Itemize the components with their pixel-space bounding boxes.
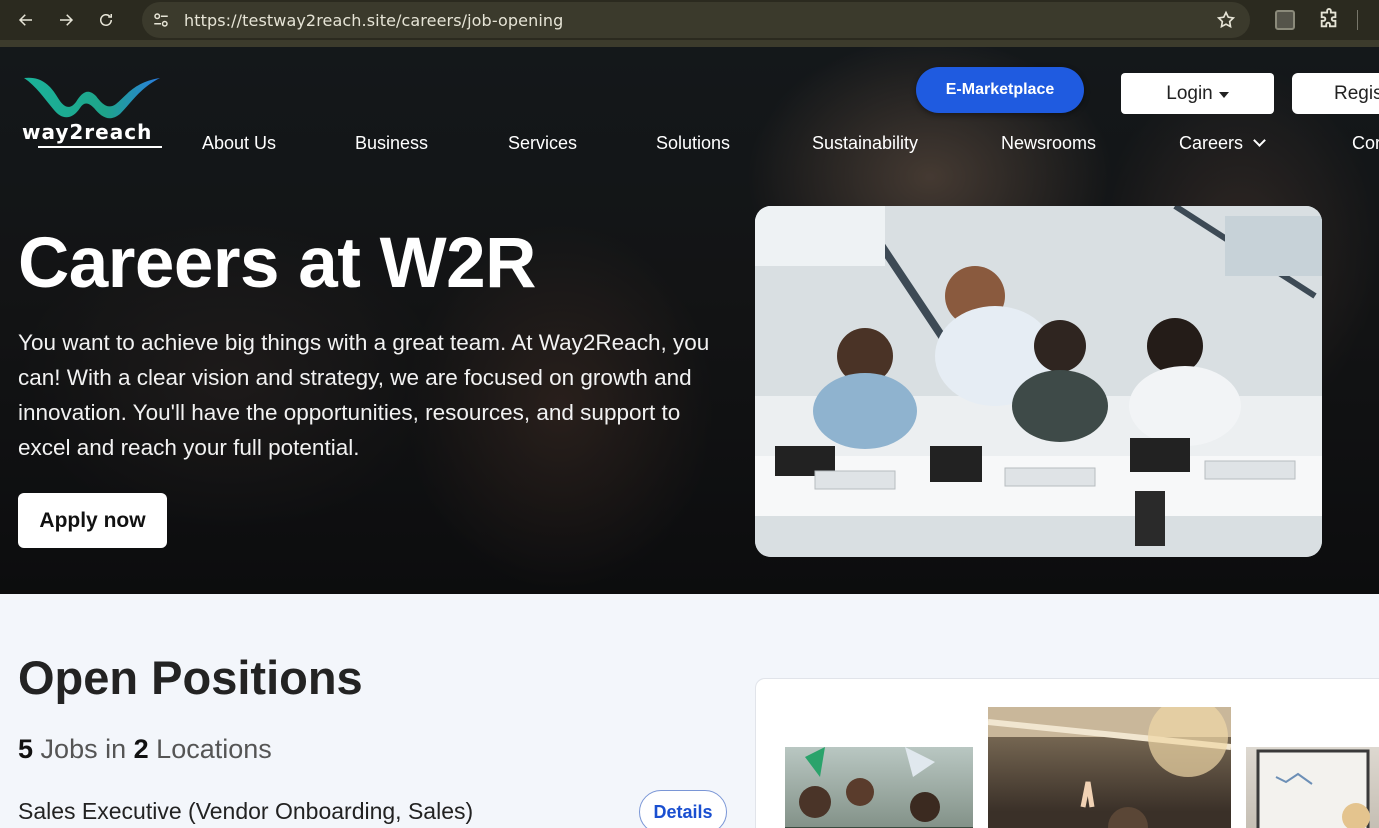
nav-item-services[interactable]: Services bbox=[508, 133, 577, 154]
nav-item-solutions[interactable]: Solutions bbox=[656, 133, 730, 154]
bookmark-star-icon[interactable] bbox=[1216, 10, 1236, 30]
chevron-down-icon bbox=[1253, 134, 1266, 147]
back-icon[interactable] bbox=[12, 6, 40, 34]
locations-count-number: 2 bbox=[133, 734, 149, 764]
login-label: Login bbox=[1166, 82, 1213, 104]
reload-icon[interactable] bbox=[92, 6, 120, 34]
extension-icon[interactable] bbox=[1275, 10, 1295, 30]
logo-underline bbox=[38, 146, 162, 148]
login-dropdown-button[interactable]: Login bbox=[1121, 73, 1274, 114]
locations-count-label: Locations bbox=[156, 734, 272, 764]
e-marketplace-button[interactable]: E-Marketplace bbox=[916, 67, 1084, 113]
site-settings-icon[interactable] bbox=[152, 11, 170, 29]
toolbar-bottom-edge bbox=[0, 40, 1379, 47]
nav-item-careers-label: Careers bbox=[1179, 133, 1244, 153]
logo-wave-icon bbox=[24, 77, 160, 119]
nav-item-business[interactable]: Business bbox=[355, 133, 428, 154]
nav-item-newsrooms[interactable]: Newsrooms bbox=[1001, 133, 1096, 154]
nav-item-sustainability[interactable]: Sustainability bbox=[812, 133, 918, 154]
gallery-photo-meeting bbox=[988, 707, 1231, 828]
nav-item-about-us[interactable]: About Us bbox=[202, 133, 276, 154]
office-team-illustration bbox=[755, 206, 1322, 557]
gallery-photo-whiteboard bbox=[1246, 747, 1379, 828]
jobs-count-label: Jobs in bbox=[40, 734, 127, 764]
gallery-photo-celebration bbox=[785, 747, 973, 828]
job-title: Sales Executive (Vendor Onboarding, Sale… bbox=[18, 798, 474, 824]
open-positions-title: Open Positions bbox=[18, 651, 363, 704]
extensions-puzzle-icon[interactable] bbox=[1318, 8, 1340, 30]
details-button[interactable]: Details bbox=[639, 790, 727, 828]
toolbar-divider bbox=[1357, 10, 1358, 30]
open-positions-section: Open Positions 5 Jobs in 2 Locations Sal… bbox=[0, 594, 1379, 828]
hero-team-photo bbox=[755, 206, 1322, 557]
nav-item-careers[interactable]: Careers bbox=[1179, 133, 1266, 154]
caret-down-icon bbox=[1218, 91, 1229, 98]
register-button[interactable]: Regis bbox=[1292, 73, 1379, 114]
jobs-summary: 5 Jobs in 2 Locations bbox=[18, 734, 272, 765]
site-logo[interactable]: way2reach bbox=[22, 74, 164, 152]
hero-description: You want to achieve big things with a gr… bbox=[18, 330, 710, 460]
url-text[interactable]: https://testway2reach.site/careers/job-o… bbox=[184, 11, 563, 30]
apply-now-button[interactable]: Apply now bbox=[18, 493, 167, 548]
team-photo-gallery bbox=[755, 678, 1379, 828]
nav-item-contact[interactable]: Cor bbox=[1352, 133, 1379, 154]
browser-toolbar: https://testway2reach.site/careers/job-o… bbox=[0, 0, 1379, 40]
hero-section: way2reach E-Marketplace Login Regis Abou… bbox=[0, 47, 1379, 594]
jobs-count-number: 5 bbox=[18, 734, 34, 764]
address-bar[interactable]: https://testway2reach.site/careers/job-o… bbox=[142, 2, 1250, 38]
forward-icon[interactable] bbox=[52, 6, 80, 34]
page-title: Careers at W2R bbox=[18, 224, 536, 303]
logo-text: way2reach bbox=[22, 120, 153, 144]
